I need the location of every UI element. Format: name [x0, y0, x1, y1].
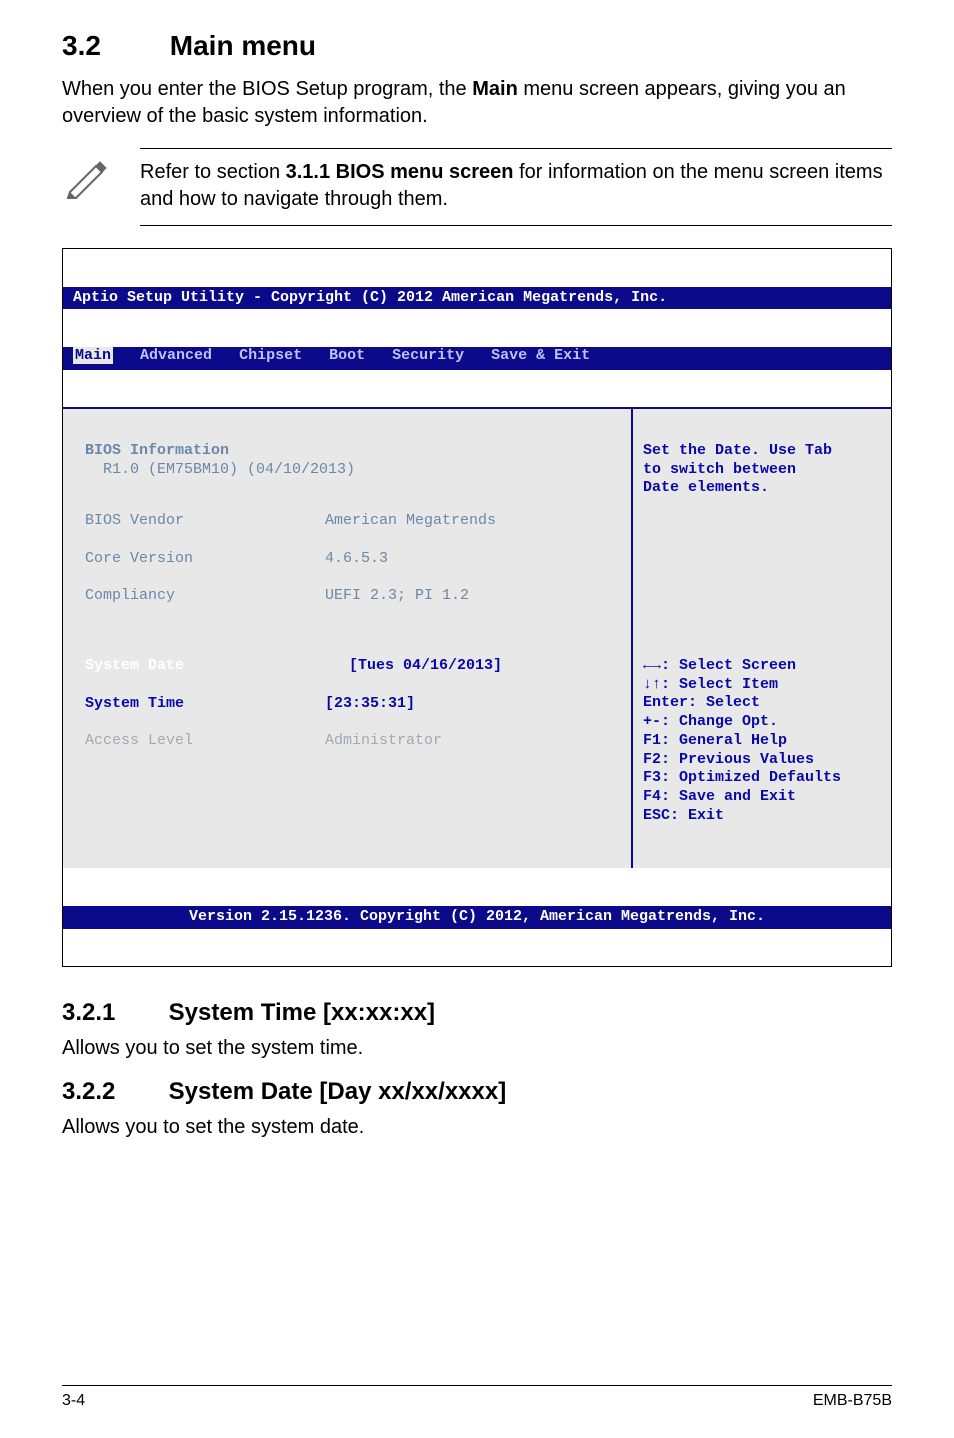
pencil-note-icon: [62, 148, 110, 205]
bios-version-line: R1.0 (EM75BM10) (04/10/2013): [103, 461, 355, 478]
tab-save-exit[interactable]: Save & Exit: [491, 347, 590, 364]
section-heading: 3.2 Main menu: [62, 30, 892, 62]
tab-main[interactable]: Main: [73, 347, 113, 364]
subsection-2-title: System Date [Day xx/xx/xxxx]: [169, 1078, 507, 1105]
note-text: Refer to section 3.1.1 BIOS menu screen …: [140, 148, 892, 226]
help-key-enter: Enter: Select: [643, 694, 760, 711]
page-footer: 3-4 EMB-B75B: [62, 1385, 892, 1410]
bios-footer: Version 2.15.1236. Copyright (C) 2012, A…: [63, 906, 891, 929]
tab-advanced[interactable]: Advanced: [140, 347, 212, 364]
help-key-previous-values: F2: Previous Values: [643, 751, 814, 768]
tab-boot[interactable]: Boot: [329, 347, 365, 364]
tab-security[interactable]: Security: [392, 347, 464, 364]
section-number: 3.2: [62, 30, 162, 62]
subsection-1-title: System Time [xx:xx:xx]: [169, 999, 435, 1026]
note-block: Refer to section 3.1.1 BIOS menu screen …: [62, 148, 892, 226]
help-key-esc-exit: ESC: Exit: [643, 807, 724, 824]
bios-core-label: Core Version: [85, 550, 325, 569]
bios-compliancy-value: UEFI 2.3; PI 1.2: [325, 587, 469, 606]
subsection-1-number: 3.2.1: [62, 999, 162, 1027]
doc-model: EMB-B75B: [813, 1392, 892, 1410]
bios-tabs: Main Advanced Chipset Boot Security Save…: [63, 347, 891, 370]
bios-vendor-label: BIOS Vendor: [85, 512, 325, 531]
help-key-change-opt: +-: Change Opt.: [643, 713, 778, 730]
access-level-value: Administrator: [325, 732, 442, 751]
subsection-2-body: Allows you to set the system date.: [62, 1116, 892, 1139]
bios-info-title: BIOS Information: [85, 442, 229, 459]
section-title-text: Main menu: [170, 30, 316, 61]
system-date-value[interactable]: [Tues 04/16/2013]: [325, 657, 502, 676]
tab-chipset[interactable]: Chipset: [239, 347, 302, 364]
help-key-select-item: ↓↑: Select Item: [643, 676, 778, 693]
help-desc-2: to switch between: [643, 461, 796, 478]
bios-help-pane: Set the Date. Use Tab to switch between …: [631, 407, 891, 868]
system-date-label[interactable]: System Date: [85, 657, 325, 676]
help-key-general-help: F1: General Help: [643, 732, 787, 749]
access-level-label: Access Level: [85, 732, 325, 751]
subsection-1-body: Allows you to set the system time.: [62, 1037, 892, 1060]
section-intro: When you enter the BIOS Setup program, t…: [62, 76, 892, 130]
help-key-select-screen: ←→: Select Screen: [643, 657, 796, 674]
bios-panel: Aptio Setup Utility - Copyright (C) 2012…: [62, 248, 892, 967]
help-key-save-exit: F4: Save and Exit: [643, 788, 796, 805]
page-number: 3-4: [62, 1392, 85, 1410]
help-desc-1: Set the Date. Use Tab: [643, 442, 832, 459]
system-time-label[interactable]: System Time: [85, 695, 325, 714]
subsection-1-heading: 3.2.1 System Time [xx:xx:xx]: [62, 999, 892, 1027]
help-desc-3: Date elements.: [643, 479, 769, 496]
system-time-value[interactable]: [23:35:31]: [325, 695, 415, 714]
bios-compliancy-label: Compliancy: [85, 587, 325, 606]
bios-header: Aptio Setup Utility - Copyright (C) 2012…: [63, 287, 891, 310]
subsection-2-heading: 3.2.2 System Date [Day xx/xx/xxxx]: [62, 1078, 892, 1106]
bios-left-pane: BIOS Information R1.0 (EM75BM10) (04/10/…: [63, 407, 631, 868]
bios-vendor-value: American Megatrends: [325, 512, 496, 531]
subsection-2-number: 3.2.2: [62, 1078, 162, 1106]
bios-core-value: 4.6.5.3: [325, 550, 388, 569]
help-key-optimized-defaults: F3: Optimized Defaults: [643, 769, 841, 786]
